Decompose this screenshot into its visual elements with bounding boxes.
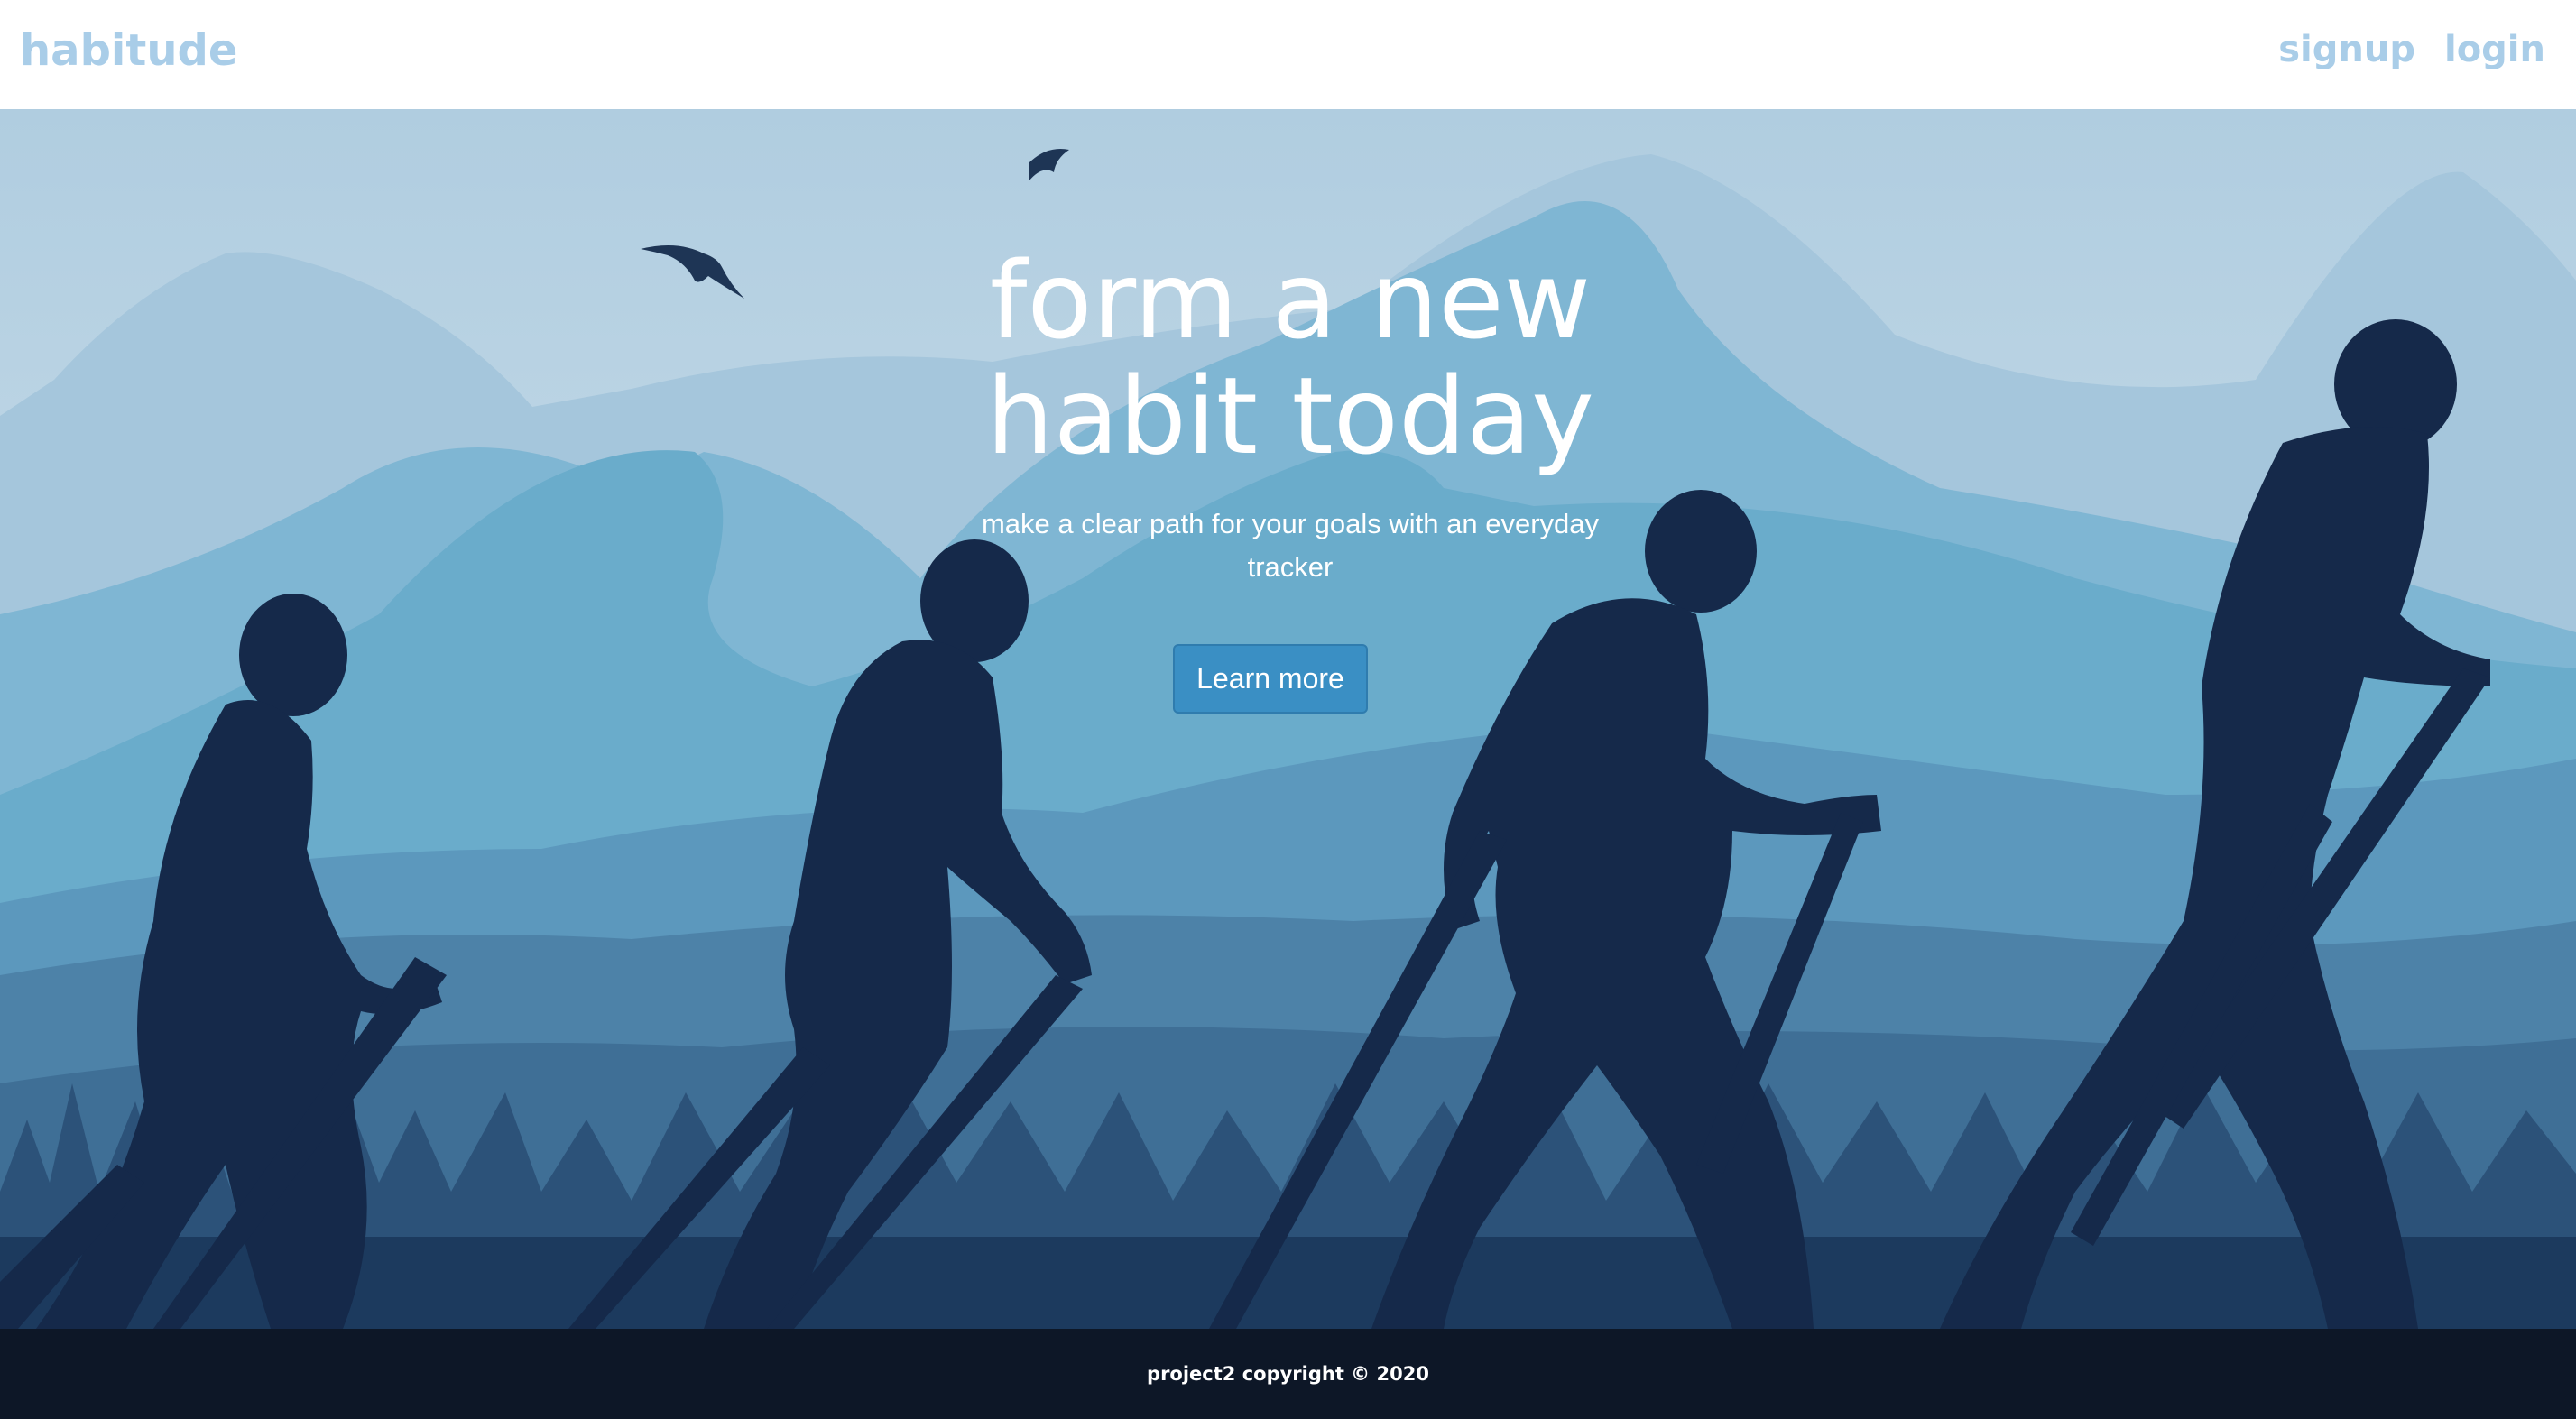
brand-logo[interactable]: habitude xyxy=(20,25,237,76)
login-link[interactable]: login xyxy=(2444,29,2545,70)
navbar: habitude signup login xyxy=(0,0,2576,109)
hero-content: form a new habit today make a clear path… xyxy=(0,109,2576,1329)
signup-link[interactable]: signup xyxy=(2278,29,2415,70)
hero-title: form a new habit today xyxy=(902,243,1678,474)
footer: project2 copyright © 2020 xyxy=(0,1329,2576,1419)
hero-title-line-1: form a new xyxy=(989,238,1592,363)
nav-links: signup login xyxy=(2278,29,2545,70)
footer-copyright: project2 copyright © 2020 xyxy=(1147,1363,1429,1385)
learn-more-button[interactable]: Learn more xyxy=(1173,644,1368,714)
hero-section: form a new habit today make a clear path… xyxy=(0,109,2576,1329)
hero-subtitle: make a clear path for your goals with an… xyxy=(981,508,1600,583)
hero-title-line-2: habit today xyxy=(985,354,1595,478)
